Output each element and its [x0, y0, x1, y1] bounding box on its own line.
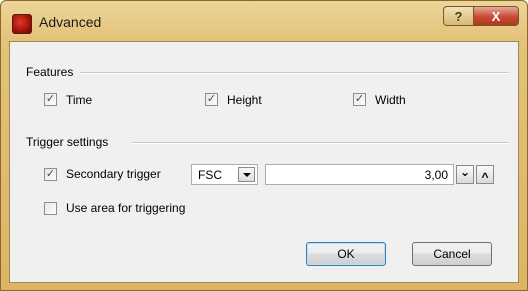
- check-icon: ✓: [206, 93, 217, 105]
- features-group-label: Features: [26, 65, 78, 79]
- ok-button[interactable]: OK: [306, 242, 386, 266]
- trigger-channel-select[interactable]: FSC: [191, 164, 258, 185]
- question-mark-icon: ?: [454, 8, 463, 24]
- time-label: Time: [66, 93, 93, 107]
- check-icon: ✓: [354, 93, 365, 105]
- chevron-down-icon: ⌄: [459, 164, 471, 179]
- use-area-checkbox[interactable]: [44, 202, 57, 215]
- window-title: Advanced: [39, 14, 102, 30]
- secondary-trigger-label: Secondary trigger: [66, 167, 161, 181]
- trigger-threshold-value: 3,00: [424, 168, 448, 182]
- trigger-group-line: [132, 142, 509, 144]
- trigger-group-label: Trigger settings: [26, 135, 113, 149]
- dialog-window: Advanced ? X Features ✓ Time ✓ Height ✓ …: [0, 0, 528, 291]
- help-button[interactable]: ?: [443, 6, 473, 26]
- use-area-label: Use area for triggering: [66, 201, 186, 215]
- check-icon: ✓: [45, 168, 56, 180]
- secondary-trigger-checkbox[interactable]: ✓: [44, 168, 57, 181]
- close-button[interactable]: X: [473, 6, 519, 26]
- height-label: Height: [227, 93, 262, 107]
- dropdown-button[interactable]: [238, 167, 255, 182]
- spin-down-button[interactable]: ⌄: [456, 165, 474, 184]
- chevron-down-icon: [242, 172, 251, 177]
- time-checkbox[interactable]: ✓: [44, 93, 57, 106]
- cancel-button[interactable]: Cancel: [412, 242, 492, 266]
- close-icon: X: [491, 8, 501, 24]
- width-label: Width: [375, 93, 406, 107]
- spin-up-button[interactable]: ^: [476, 165, 494, 184]
- check-icon: ✓: [45, 93, 56, 105]
- title-bar[interactable]: Advanced ? X: [1, 1, 527, 41]
- title-buttons: ? X: [443, 6, 519, 28]
- chevron-up-icon: ^: [481, 169, 489, 184]
- width-checkbox[interactable]: ✓: [353, 93, 366, 106]
- height-checkbox[interactable]: ✓: [205, 93, 218, 106]
- features-group-line: [80, 72, 509, 74]
- dialog-client-area: Features ✓ Time ✓ Height ✓ Width Trigger…: [9, 41, 519, 283]
- app-icon: [12, 14, 32, 34]
- trigger-channel-value: FSC: [198, 168, 222, 182]
- trigger-threshold-input[interactable]: 3,00: [265, 164, 454, 185]
